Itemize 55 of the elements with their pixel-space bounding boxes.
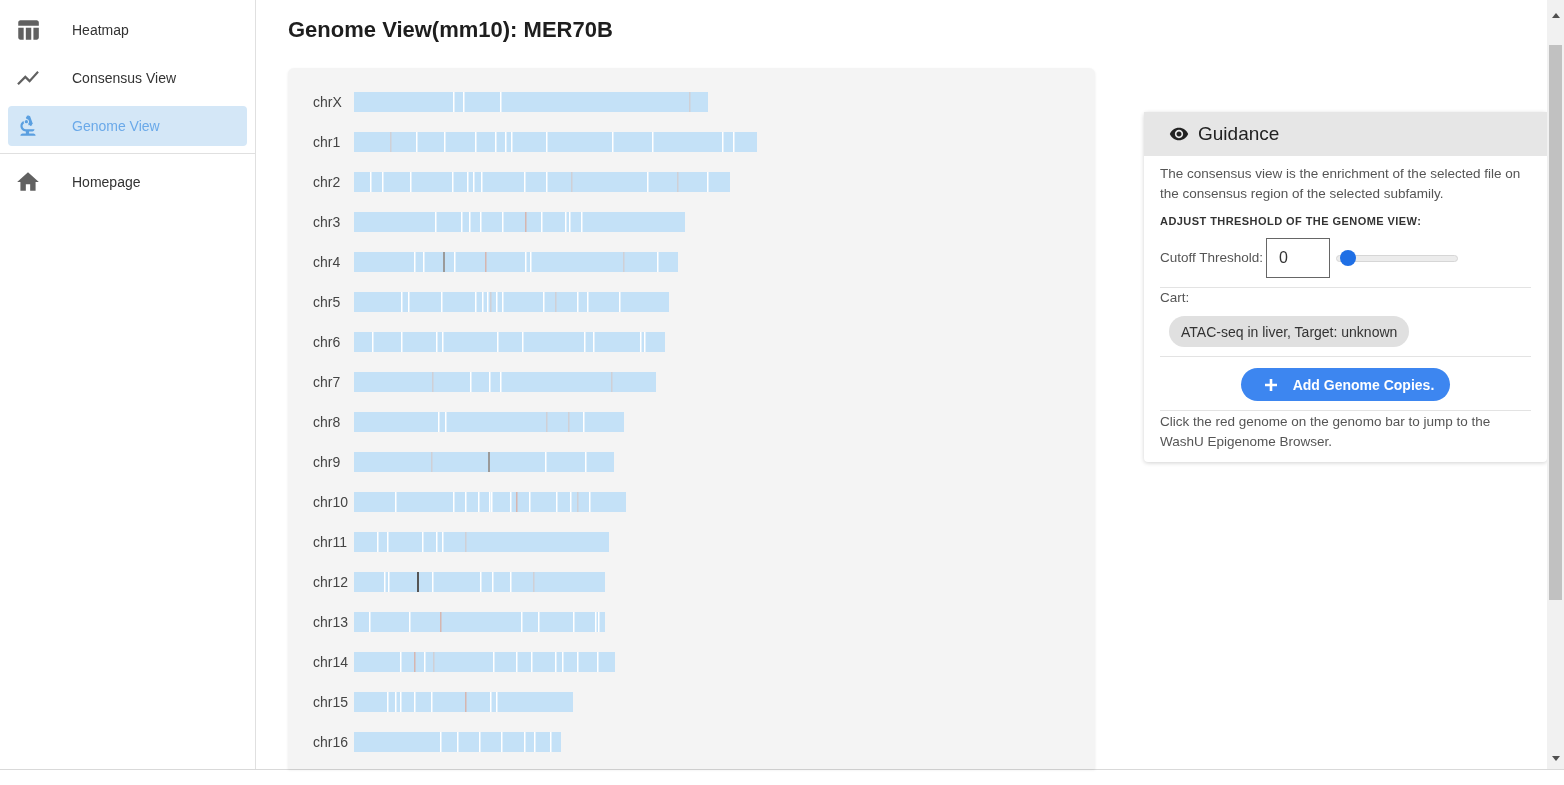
chromosome-bar[interactable]	[354, 92, 708, 112]
chromosome-label: chr6	[313, 332, 342, 352]
sidebar-item[interactable]: Homepage	[8, 162, 247, 202]
chromosome-label: chr10	[313, 492, 350, 512]
chromosome-bar[interactable]	[354, 292, 669, 312]
chromosome-bar[interactable]	[354, 212, 685, 232]
sidebar-item[interactable]: Consensus View	[8, 58, 247, 98]
chromosome-label: chr7	[313, 372, 342, 392]
threshold-slider[interactable]	[1336, 250, 1459, 266]
chromosome-label: chr15	[313, 692, 350, 712]
chromosome-label: chr13	[313, 612, 350, 632]
chromosome-bar[interactable]	[354, 652, 615, 672]
chromosome-bar[interactable]	[354, 492, 626, 512]
guidance-note: Click the red genome on the genomo bar to jump to the WashU Epigenome Browser.	[1160, 413, 1492, 451]
plus-icon	[1264, 378, 1277, 391]
guidance-title: Guidance	[1198, 121, 1280, 146]
chromosome-bar[interactable]	[354, 132, 757, 152]
chromosome-label: chrX	[313, 92, 343, 112]
page-title: Genome View(mm10): MER70B	[288, 16, 613, 44]
chromosome-bar[interactable]	[354, 372, 656, 392]
scroll-down-arrow-icon[interactable]	[1551, 756, 1560, 761]
table-icon	[15, 17, 41, 43]
scrollbar-thumb[interactable]	[1549, 45, 1562, 600]
chromosome-label: chr11	[313, 532, 348, 552]
chromosome-bar[interactable]	[354, 572, 605, 592]
chromosome-label: chr1	[313, 132, 342, 152]
chromosome-label: chr3	[313, 212, 342, 232]
chromosome-label: chr2	[313, 172, 342, 192]
chromosome-bar[interactable]	[354, 332, 665, 352]
chromosome-bar[interactable]	[354, 732, 561, 752]
chromosome-bar[interactable]	[354, 452, 614, 472]
chromosome-label: chr16	[313, 732, 350, 752]
chromosome-label: chr4	[313, 252, 342, 272]
cart-label: Cart:	[1160, 289, 1190, 307]
chromosome-label: chr8	[313, 412, 342, 432]
guidance-description: The consensus view is the enrichment of the selected file on the consensus region of the selected subfamily.	[1160, 165, 1522, 203]
chromosome-label: chr5	[313, 292, 342, 312]
cutoff-threshold-input[interactable]: 0	[1266, 238, 1331, 278]
chromosome-label: chr14	[313, 652, 350, 672]
chromosome-label: chr9	[313, 452, 342, 472]
add-genome-copies-button[interactable]: Add Genome Copies.	[1240, 368, 1451, 401]
cart-chip[interactable]: ATAC-seq in liver, Target: unknown	[1169, 316, 1410, 347]
cutoff-threshold-label: Cutoff Threshold:	[1160, 249, 1264, 267]
scrollbar[interactable]	[1547, 0, 1564, 769]
scroll-up-arrow-icon[interactable]	[1551, 13, 1560, 18]
threshold-heading: ADJUST THRESHOLD OF THE GENOME VIEW:	[1160, 214, 1422, 228]
sidebar-item[interactable]: Heatmap	[8, 10, 247, 50]
chromosome-bar[interactable]	[354, 172, 730, 192]
chromosome-bar[interactable]	[354, 692, 573, 712]
chromosome-bar[interactable]	[354, 612, 605, 632]
chromosome-bar[interactable]	[354, 532, 609, 552]
chromosome-label: chr12	[313, 572, 350, 592]
chromosome-bar[interactable]	[354, 252, 678, 272]
chromosome-bar[interactable]	[354, 412, 624, 432]
slider-thumb[interactable]	[1340, 250, 1357, 266]
